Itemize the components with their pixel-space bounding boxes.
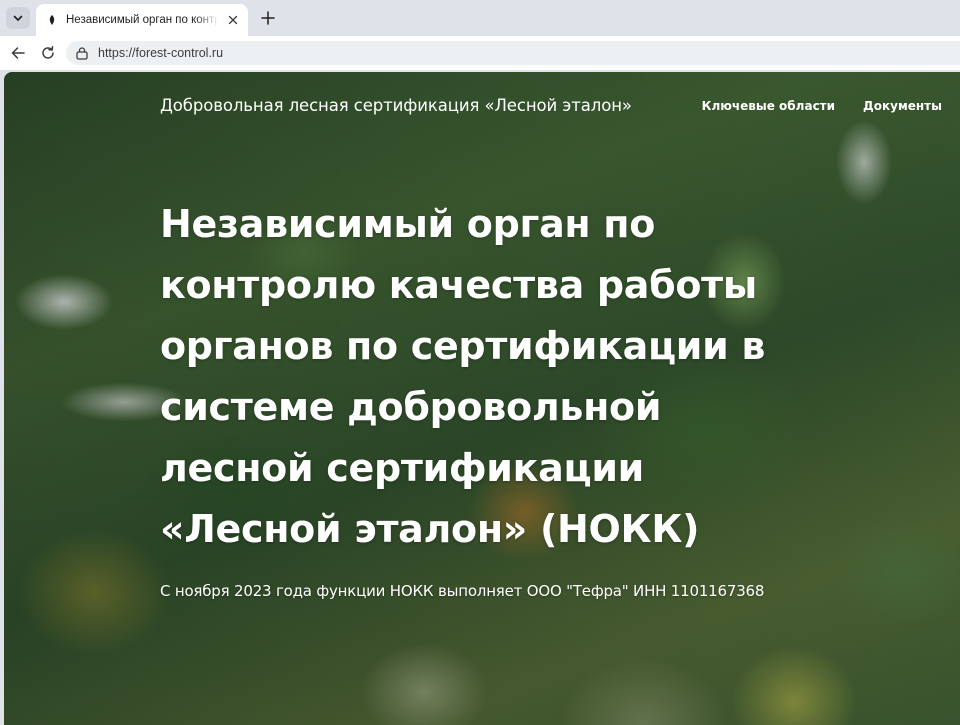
- tab-close-button[interactable]: [226, 13, 240, 27]
- hero-subtitle: С ноября 2023 года функции НОКК выполняе…: [160, 582, 765, 600]
- url-text: https://forest-control.ru: [98, 46, 224, 60]
- site-brand[interactable]: Добровольная лесная сертификация «Лесной…: [160, 96, 632, 115]
- chevron-down-icon: [13, 15, 23, 21]
- address-bar[interactable]: https://forest-control.ru: [66, 41, 960, 65]
- browser-tab-strip: Независимый орган по контролю качества р…: [0, 0, 960, 36]
- page-viewport: Добровольная лесная сертификация «Лесной…: [4, 72, 960, 725]
- page-favicon-icon: [46, 14, 58, 26]
- new-tab-button[interactable]: [258, 8, 278, 28]
- back-button[interactable]: [8, 43, 28, 63]
- site-header: Добровольная лесная сертификация «Лесной…: [160, 96, 960, 120]
- site-nav: Ключевые области Документы: [702, 99, 942, 113]
- plus-icon: [261, 11, 275, 25]
- close-icon: [228, 15, 238, 25]
- tab-title: Независимый орган по контролю качества р…: [66, 14, 218, 26]
- nav-link-key-areas[interactable]: Ключевые области: [702, 99, 835, 113]
- browser-tab-active[interactable]: Независимый орган по контролю качества р…: [36, 4, 248, 36]
- arrow-left-icon: [11, 47, 25, 59]
- nav-link-documents[interactable]: Документы: [863, 99, 942, 113]
- site-info-icon: [76, 47, 88, 60]
- hero-title: Независимый орган по контролю качества р…: [160, 202, 766, 551]
- browser-toolbar: https://forest-control.ru: [0, 36, 960, 70]
- tab-list-button[interactable]: [6, 7, 30, 29]
- reload-button[interactable]: [38, 43, 58, 63]
- reload-icon: [42, 46, 54, 59]
- site-info-button[interactable]: [74, 45, 90, 61]
